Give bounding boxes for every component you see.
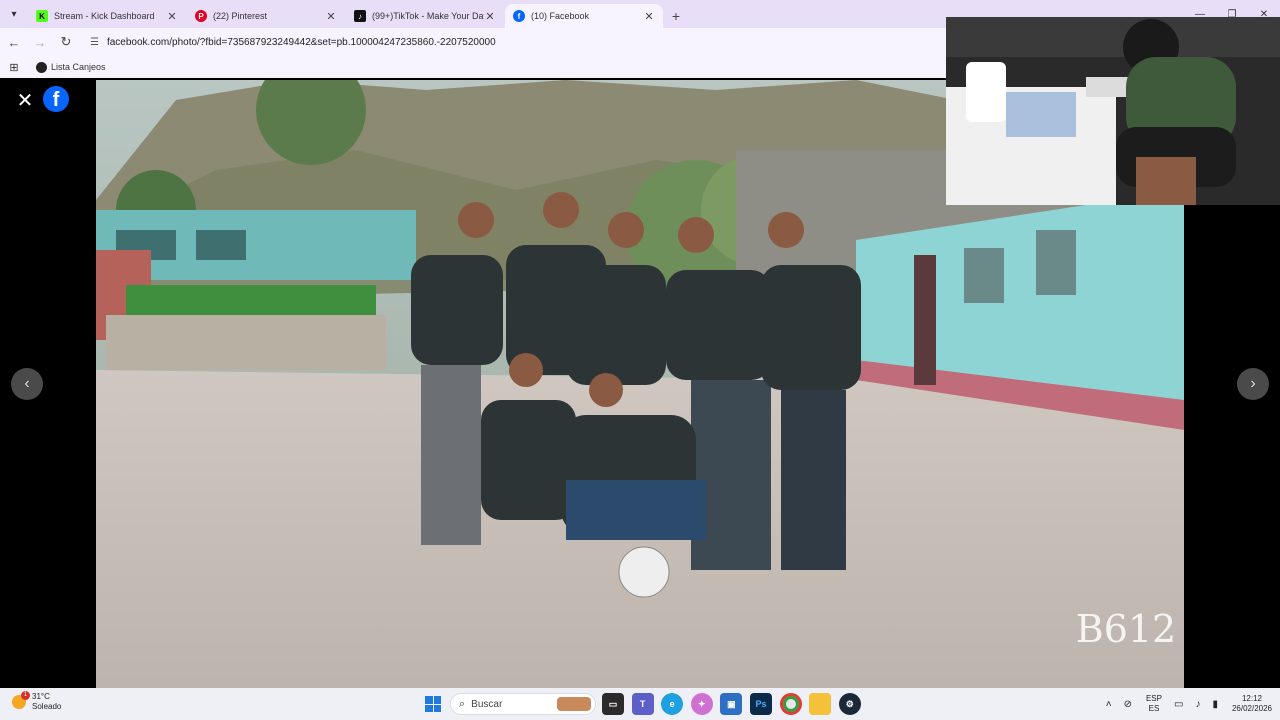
edge-icon[interactable]: e <box>661 693 684 715</box>
next-photo-button[interactable]: › <box>1237 368 1269 400</box>
pip-scene <box>946 17 1280 205</box>
lang-top: ESP <box>1145 694 1162 703</box>
tab-title: (10) Facebook <box>531 11 590 21</box>
photoshop-icon[interactable]: Ps <box>749 693 772 715</box>
url-text: facebook.com/photo/?fbid=735687923249442… <box>106 36 496 48</box>
facebook-logo-icon[interactable]: f <box>43 86 69 112</box>
reload-button[interactable]: ↻ <box>54 30 78 54</box>
tab-title: (22) Pinterest <box>213 11 268 21</box>
windows-taskbar: 1 31°C Soleado ⌕ Buscar ▭ T e ✦ ▣ Ps ⚙ ˄… <box>0 688 1280 720</box>
close-tab-icon[interactable]: ✕ <box>166 10 178 23</box>
chevron-up-icon[interactable]: ˄ <box>1106 699 1112 710</box>
network-off-icon[interactable]: ⊘ <box>1124 699 1132 710</box>
tab-tiktok[interactable]: ♪ (99+)TikTok - Make Your Day ✕ <box>346 4 504 28</box>
bookmark-label: Lista Canjeos <box>51 62 106 72</box>
teams-icon[interactable]: T <box>631 693 654 715</box>
tab-kick[interactable]: K Stream - Kick Dashboard ✕ <box>28 4 186 28</box>
search-placeholder: Buscar <box>471 698 503 710</box>
previous-photo-button[interactable]: ‹ <box>11 368 43 400</box>
lang-bottom: ES <box>1148 704 1160 713</box>
weather-temperature: 31°C <box>32 692 50 701</box>
store-icon[interactable]: ▣ <box>720 693 743 715</box>
system-tray: ˄ ⊘ ESP ES ▭ ♪ ▮ 12:12 26/02/2026 <box>1094 688 1272 720</box>
bookmark-favicon-icon <box>36 61 47 73</box>
search-icon: ⌕ <box>459 697 466 710</box>
windows-start-icon[interactable] <box>425 696 441 712</box>
weather-description: Soleado <box>32 702 62 711</box>
weather-widget[interactable]: 1 31°C Soleado <box>12 691 62 712</box>
system-clock[interactable]: 12:12 26/02/2026 <box>1232 694 1272 714</box>
close-tab-icon[interactable]: ✕ <box>484 10 496 23</box>
tab-search-icon[interactable]: ▾ <box>0 0 28 28</box>
taskbar-search-box[interactable]: ⌕ Buscar <box>450 693 596 715</box>
bookmark-lista-canjeos[interactable]: Lista Canjeos <box>36 61 106 73</box>
facebook-icon: f <box>513 10 525 22</box>
battery-icon[interactable]: ▮ <box>1212 699 1218 710</box>
close-tab-icon[interactable]: ✕ <box>325 10 337 23</box>
tiktok-icon: ♪ <box>354 10 366 22</box>
forward-button[interactable]: → <box>28 30 52 54</box>
kick-icon: K <box>36 10 48 22</box>
sun-icon: 1 <box>12 691 30 709</box>
close-viewer-icon[interactable]: ✕ <box>14 88 36 113</box>
task-view-icon[interactable]: ▭ <box>602 693 624 715</box>
language-indicator[interactable]: ESP ES <box>1146 694 1162 714</box>
display-icon[interactable]: ▭ <box>1174 699 1183 710</box>
folder-icon[interactable] <box>809 693 832 715</box>
notification-badge: 1 <box>21 691 30 700</box>
search-highlight-icon <box>557 697 591 711</box>
volume-icon[interactable]: ♪ <box>1195 699 1200 710</box>
clock-time: 12:12 <box>1241 694 1262 703</box>
back-button[interactable]: ← <box>2 30 26 54</box>
tab-title: (99+)TikTok - Make Your Day <box>372 11 484 21</box>
clock-date: 26/02/2026 <box>1231 704 1272 713</box>
watermark-text: B612 <box>1076 607 1176 651</box>
tab-title: Stream - Kick Dashboard <box>54 11 155 21</box>
taskbar-apps: ▭ T e ✦ ▣ Ps ⚙ <box>602 693 868 715</box>
tab-pinterest[interactable]: P (22) Pinterest ✕ <box>187 4 345 28</box>
apps-grid-icon[interactable]: ⊞ <box>0 61 28 74</box>
steam-icon[interactable]: ⚙ <box>838 693 861 715</box>
chrome-icon[interactable] <box>779 693 802 715</box>
close-tab-icon[interactable]: ✕ <box>643 10 655 23</box>
copilot-icon[interactable]: ✦ <box>690 693 713 715</box>
site-info-icon[interactable]: ☰ <box>90 37 99 48</box>
new-tab-button[interactable]: + <box>664 4 688 28</box>
address-bar[interactable]: ☰ facebook.com/photo/?fbid=7356879232494… <box>84 31 934 53</box>
pinterest-icon: P <box>195 10 207 22</box>
tab-facebook[interactable]: f (10) Facebook ✕ <box>505 4 663 28</box>
picture-in-picture-video[interactable] <box>946 17 1280 205</box>
